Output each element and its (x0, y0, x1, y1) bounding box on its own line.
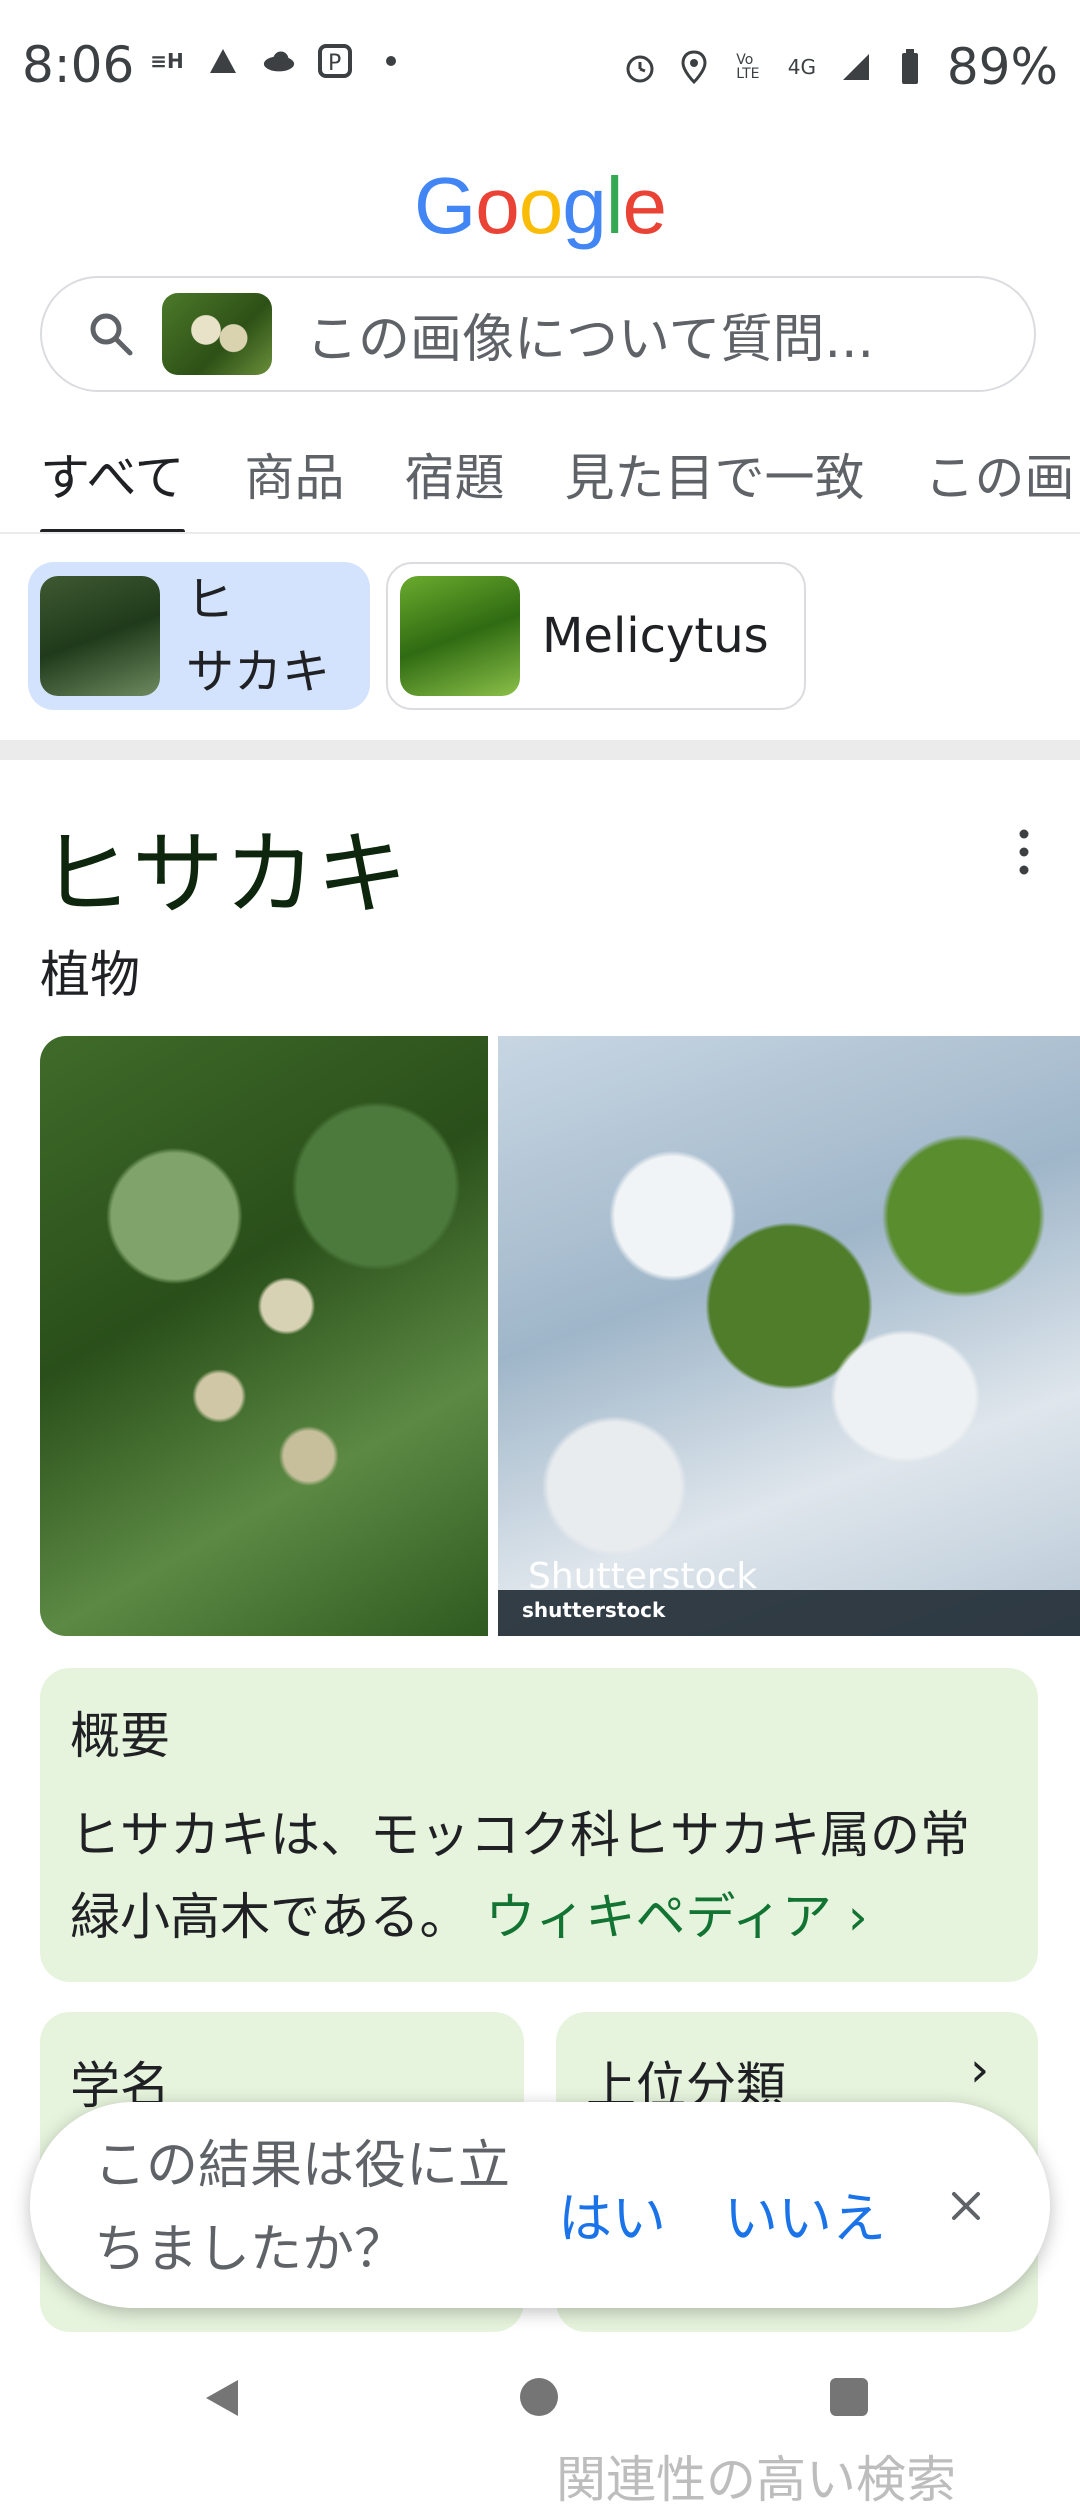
feedback-question: この結果は役に立ちましたか？ (94, 2136, 511, 2280)
chip-label: Melicytus (542, 608, 769, 664)
status-time: 8:06 (22, 36, 135, 94)
entity-image-1[interactable] (40, 1036, 488, 1636)
logo-letter: o (475, 161, 519, 250)
tab-divider (0, 532, 1080, 534)
google-logo[interactable]: Google (0, 160, 1080, 252)
recents-icon[interactable] (830, 2378, 868, 2416)
chip-label: ヒ サカキ (186, 572, 331, 700)
feedback-prompt: この結果は役に立ちましたか？ はい いいえ (30, 2102, 1050, 2308)
hyper-icon: ≡H (150, 49, 184, 73)
location-icon (677, 50, 711, 84)
search-icon[interactable] (86, 309, 136, 359)
close-icon[interactable] (944, 2184, 988, 2228)
logo-letter: e (622, 161, 667, 250)
volte-icon: Vo LTE (736, 52, 760, 82)
logo-letter: G (413, 161, 476, 250)
chevron-right-icon[interactable]: › (970, 2042, 989, 2098)
home-icon[interactable] (520, 2378, 558, 2416)
overview-title: 概要 (70, 1707, 170, 1765)
alarm-icon (623, 50, 657, 84)
logo-letter: o (518, 161, 563, 250)
4g-icon: 4G (787, 55, 816, 79)
overview-text: ヒサカキは、モッコク科ヒサカキ属の常緑小高木である。 ウィキペディア › (70, 1806, 970, 1946)
image-watermark: shutterstock (522, 1598, 666, 1622)
back-icon[interactable] (200, 2376, 244, 2420)
dot-icon (374, 44, 408, 78)
query-image-thumbnail[interactable] (162, 293, 272, 375)
svg-text:P: P (328, 51, 341, 76)
image-source-caption: Shutterstock (528, 1556, 758, 1597)
paypay-icon: P (318, 44, 352, 78)
tab-visual-matches[interactable]: 見た目で一致 (565, 438, 865, 510)
tab-all[interactable]: すべて (40, 438, 185, 534)
entity-image-2[interactable] (498, 1036, 1080, 1636)
chip-hisakaki[interactable]: ヒ サカキ (28, 562, 370, 710)
search-box[interactable]: この画像について質問... (40, 276, 1036, 392)
wikipedia-link[interactable]: ウィキペディア › (485, 1888, 867, 1946)
section-divider (0, 740, 1080, 760)
cloud-icon (262, 44, 296, 78)
tab-homework[interactable]: 宿題 (405, 438, 505, 510)
chip-thumbnail (400, 576, 520, 696)
drive-icon (206, 44, 240, 78)
entity-subtitle: 植物 (40, 946, 140, 1004)
tab-about-image[interactable]: この画 (925, 438, 1075, 510)
tab-products[interactable]: 商品 (245, 438, 345, 510)
more-options-icon[interactable] (1004, 822, 1044, 882)
related-searches-peek: 関連性の高い検索 (556, 2451, 956, 2509)
battery-percentage: 89% (946, 38, 1058, 96)
search-input[interactable]: この画像について質問... (306, 297, 874, 372)
feedback-yes-button[interactable]: はい (558, 2174, 666, 2253)
signal-icon (839, 50, 873, 84)
feedback-no-button[interactable]: いいえ (724, 2174, 886, 2253)
logo-letter: l (605, 161, 624, 250)
overview-card: 概要 ヒサカキは、モッコク科ヒサカキ属の常緑小高木である。 ウィキペディア › (40, 1668, 1038, 1982)
status-right-icons: Vo LTE 4G 89% (623, 38, 1058, 96)
logo-letter: g (562, 161, 606, 250)
battery-icon (893, 49, 927, 84)
entity-title: ヒサカキ (40, 821, 409, 928)
result-tabs: すべて 商品 宿題 見た目で一致 この画 (40, 438, 1075, 534)
chip-thumbnail (40, 576, 160, 696)
status-left-icons: ≡H P (150, 44, 408, 78)
chip-melicytus[interactable]: Melicytus (386, 562, 806, 710)
